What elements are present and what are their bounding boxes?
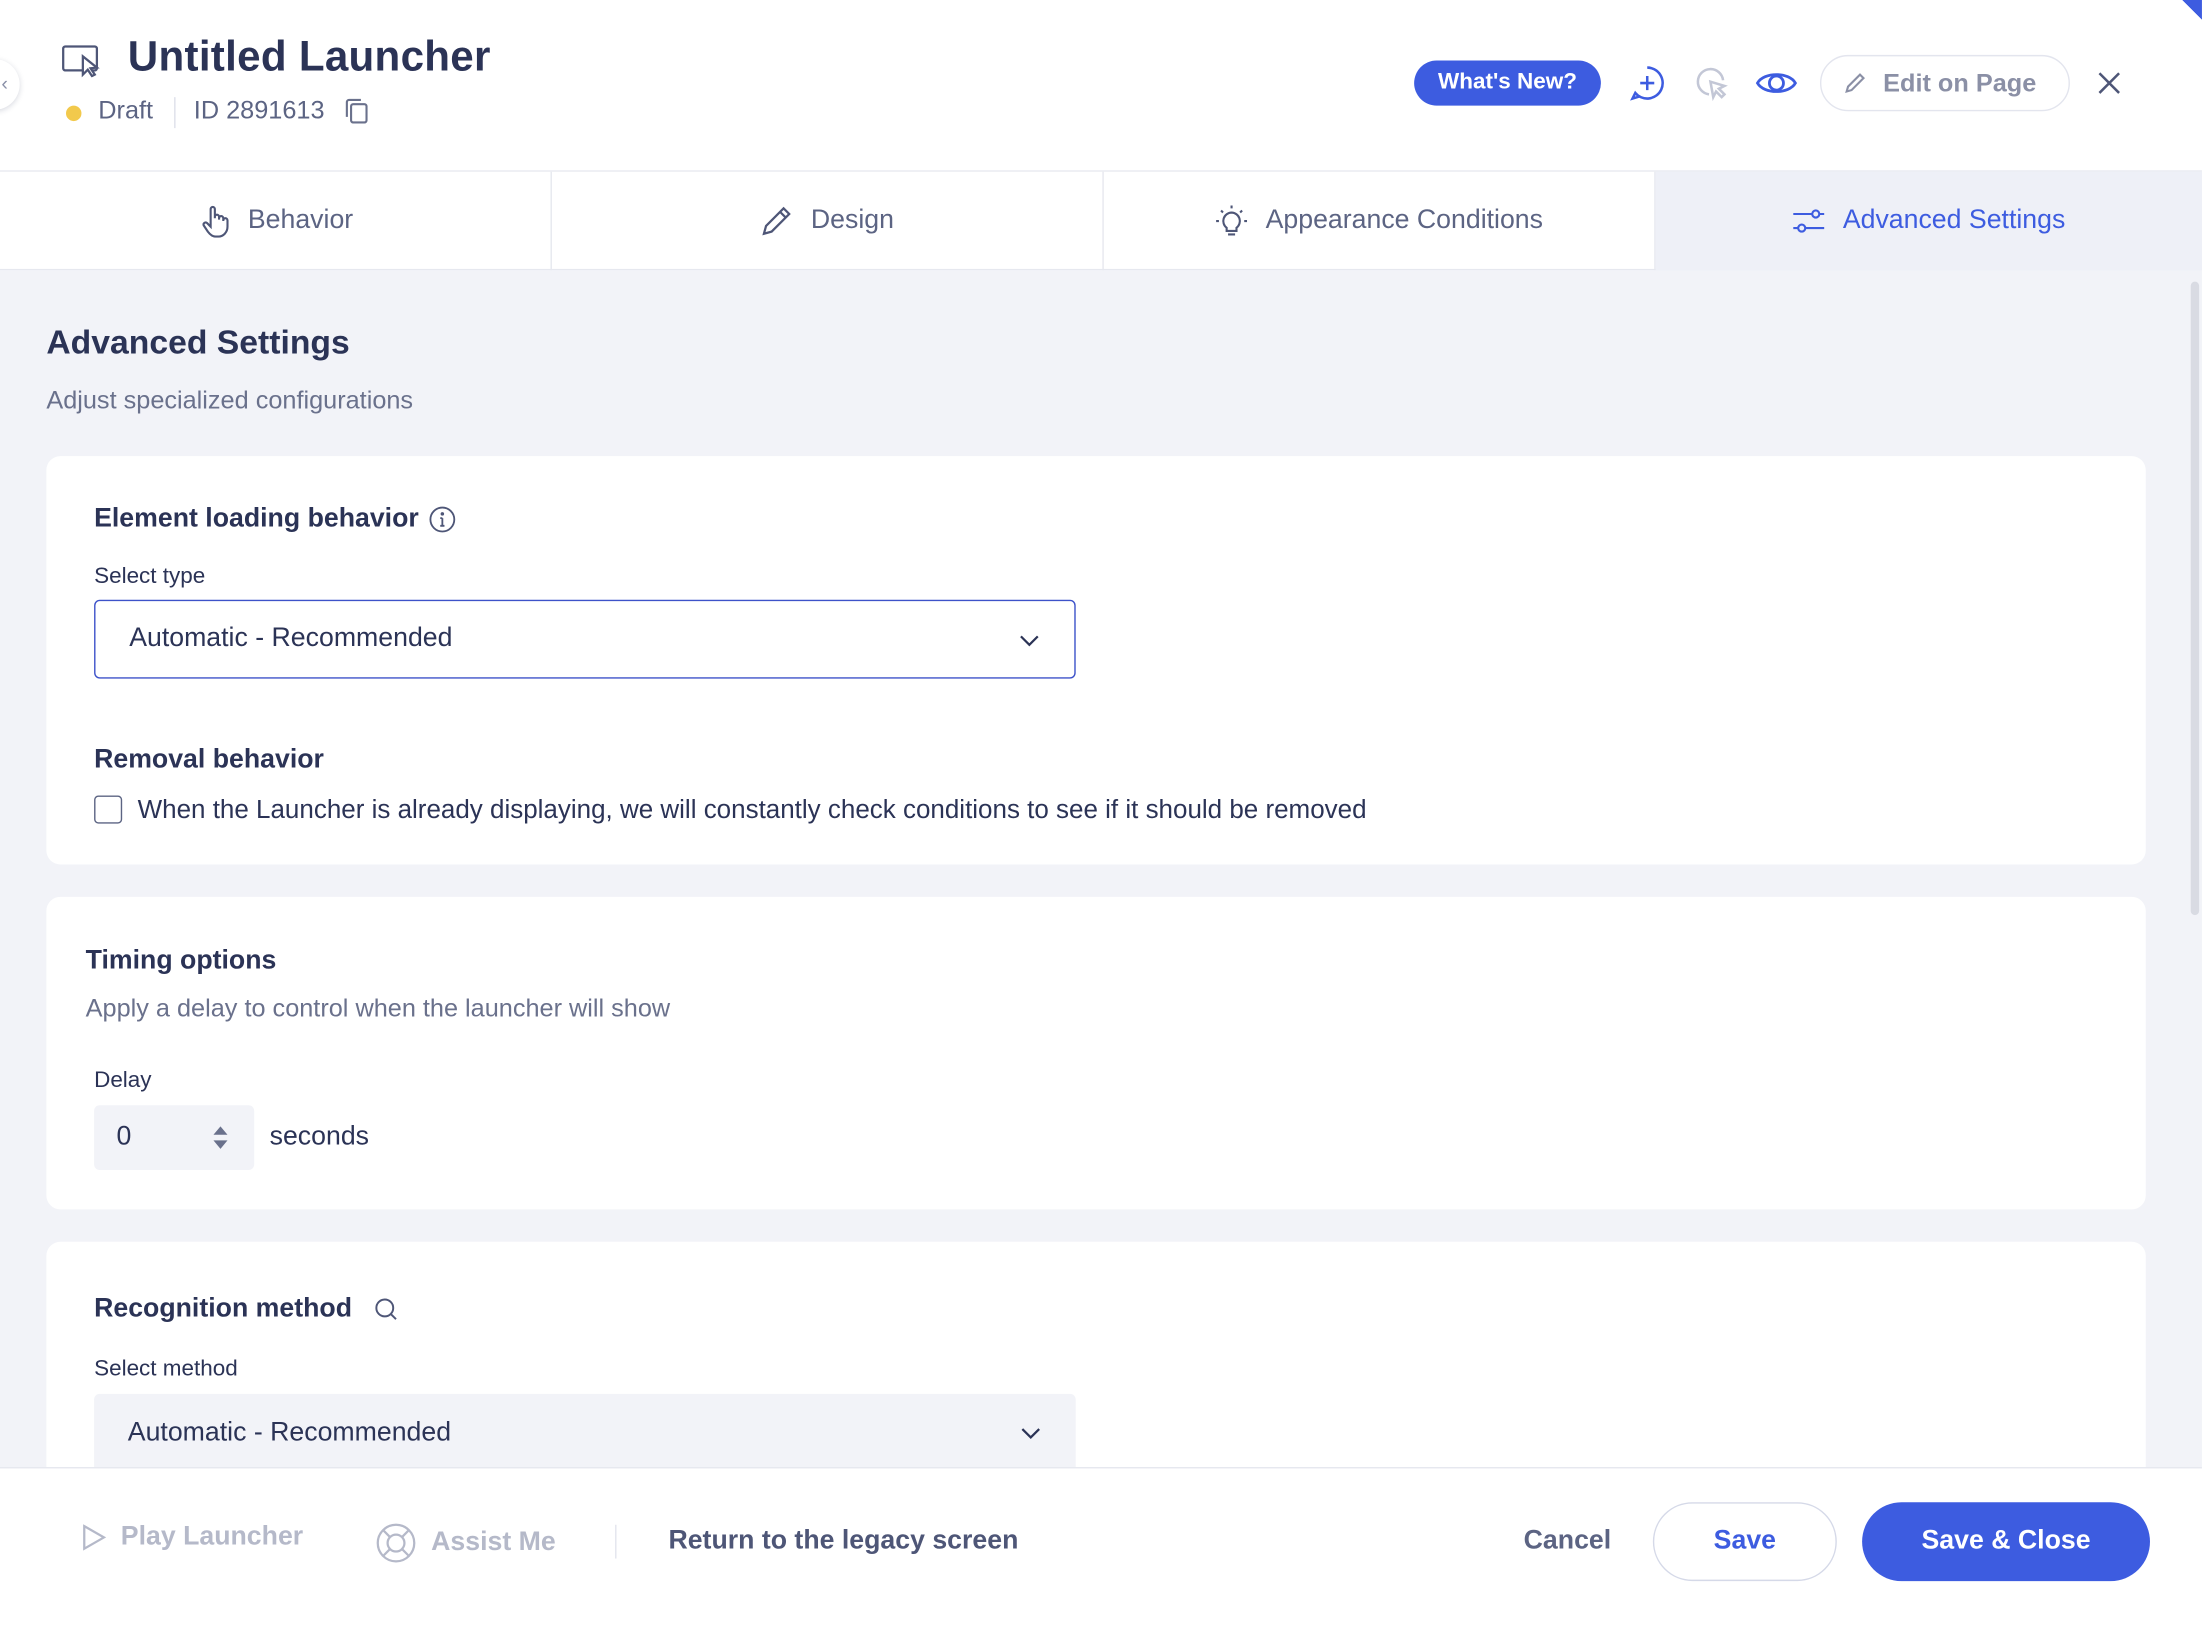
footer-divider <box>615 1524 617 1559</box>
tab-design[interactable]: Design <box>552 171 1104 271</box>
status-text: Draft <box>98 95 154 124</box>
recognition-method-select[interactable]: Automatic - Recommended <box>94 1393 1076 1468</box>
cursor-click-icon[interactable] <box>1694 65 1731 102</box>
sliders-icon <box>1793 209 1825 233</box>
delay-label: Delay <box>94 1068 152 1093</box>
select-type-label: Select type <box>94 564 206 589</box>
launcher-title[interactable]: Untitled Launcher <box>128 34 491 82</box>
meta-divider <box>174 97 176 129</box>
info-icon[interactable] <box>428 505 456 533</box>
collapse-handle[interactable]: ‹ <box>0 59 20 110</box>
delay-value: 0 <box>116 1122 132 1152</box>
play-icon <box>83 1524 107 1551</box>
tab-label: Appearance Conditions <box>1265 205 1543 236</box>
removal-behavior-title: Removal behavior <box>94 744 324 775</box>
tab-appearance-conditions[interactable]: Appearance Conditions <box>1104 171 1656 271</box>
lifebuoy-icon <box>376 1523 416 1563</box>
delay-stepper[interactable]: 0 <box>94 1105 255 1170</box>
tab-label: Advanced Settings <box>1842 205 2066 236</box>
copy-icon[interactable] <box>343 97 371 125</box>
add-comment-icon[interactable] <box>1629 65 1666 102</box>
chevron-down-icon <box>1021 1428 1040 1440</box>
legacy-screen-link[interactable]: Return to the legacy screen <box>668 1526 1018 1557</box>
edit-on-page-label: Edit on Page <box>1883 68 2037 97</box>
close-icon[interactable] <box>2092 66 2126 100</box>
corner-accent <box>2182 0 2202 20</box>
page-subtitle: Adjust specialized configurations <box>46 385 414 414</box>
stepper-arrows-icon[interactable] <box>212 1124 229 1152</box>
loading-type-select[interactable]: Automatic - Recommended <box>94 599 1076 679</box>
page-title: Advanced Settings <box>46 323 350 362</box>
select-method-label: Select method <box>94 1357 238 1382</box>
launcher-editor: ‹ Untitled Launcher Draft ID 2891613 Wha… <box>0 0 2202 1636</box>
tab-behavior[interactable]: Behavior <box>0 171 552 271</box>
save-button[interactable]: Save <box>1652 1502 1837 1582</box>
settings-content: Advanced Settings Adjust specialized con… <box>0 270 2202 1468</box>
timing-options-card: Timing options Apply a delay to control … <box>46 896 2146 1210</box>
tab-label: Design <box>810 205 894 236</box>
hand-pointer-icon <box>201 205 228 238</box>
recognition-method-title: Recognition method <box>94 1293 352 1324</box>
removal-behavior-label[interactable]: When the Launcher is already displaying,… <box>138 794 1367 825</box>
search-icon[interactable] <box>372 1295 400 1323</box>
select-value: Automatic - Recommended <box>127 1417 452 1448</box>
chevron-down-icon <box>1020 635 1039 647</box>
app-frame: ‹ Untitled Launcher Draft ID 2891613 Wha… <box>0 0 2202 1636</box>
scrollbar[interactable] <box>2190 281 2200 916</box>
select-value: Automatic - Recommended <box>129 623 453 654</box>
chevron-left-icon: ‹ <box>1 71 8 95</box>
editor-tabs: Behavior Design Appearance Conditions Ad… <box>0 171 2202 271</box>
pencil-icon <box>762 206 792 236</box>
removal-behavior-checkbox[interactable] <box>94 795 123 824</box>
delay-unit: seconds <box>269 1122 370 1152</box>
timing-options-description: Apply a delay to control when the launch… <box>85 993 671 1023</box>
edit-on-page-button[interactable]: Edit on Page <box>1819 54 2070 112</box>
eye-icon[interactable] <box>1755 65 1798 102</box>
launcher-id: ID 2891613 <box>193 95 325 124</box>
editor-footer: Play Launcher Assist Me Return to the le… <box>0 1467 2202 1636</box>
launcher-icon <box>62 45 100 78</box>
element-loading-title: Element loading behavior <box>94 504 419 534</box>
editor-header: ‹ Untitled Launcher Draft ID 2891613 Wha… <box>0 0 2202 172</box>
element-loading-card: Element loading behavior Select type Aut… <box>46 456 2146 865</box>
tab-label: Behavior <box>247 205 354 236</box>
timing-options-title: Timing options <box>85 946 277 976</box>
play-launcher-label: Play Launcher <box>120 1521 304 1552</box>
whats-new-button[interactable]: What's New? <box>1414 60 1601 106</box>
assist-me-button[interactable]: Assist Me <box>375 1522 556 1564</box>
play-launcher-button[interactable]: Play Launcher <box>81 1522 303 1553</box>
save-and-close-button[interactable]: Save & Close <box>1862 1502 2150 1582</box>
assist-me-label: Assist Me <box>431 1527 556 1558</box>
pencil-icon <box>1845 73 1865 94</box>
draft-status-dot <box>66 105 82 122</box>
lightbulb-icon <box>1216 205 1248 236</box>
cancel-button[interactable]: Cancel <box>1524 1526 1612 1557</box>
tab-advanced-settings[interactable]: Advanced Settings <box>1655 171 2202 271</box>
recognition-method-card: Recognition method Select method Automat… <box>46 1241 2146 1468</box>
